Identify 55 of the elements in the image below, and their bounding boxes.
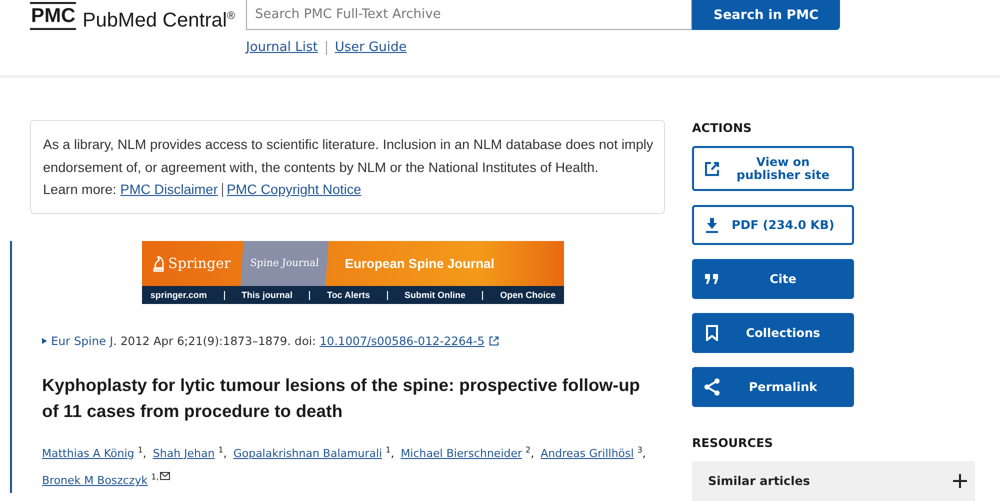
author-link[interactable]: Bronek M Boszczyk [42,474,148,488]
author-link[interactable]: Gopalakrishnan Balamurali [233,446,382,460]
affiliation-mark: 1 [138,445,143,454]
mail-icon[interactable] [160,472,170,480]
author-link[interactable]: Andreas Grillhösl [540,446,634,460]
author-link[interactable]: Shah Jehan [152,446,215,460]
article-title: Kyphoplasty for lytic tumour lesions of the spine: prospective follow-up of 11 cases from procedure to death [42,374,641,423]
banner-link[interactable]: springer.com [150,290,207,300]
bookmark-icon [706,325,718,341]
affiliation-mark: 1, [151,472,159,482]
section-heading: RESOURCES [692,435,774,451]
pmc-logo[interactable]: PMC PubMed Central$^{®}$ [30,2,240,32]
external-link-icon [704,160,720,176]
disclaimer-link[interactable]: PMC Copyright Notice [226,179,362,201]
disclaimer-link[interactable]: PMC Disclaimer [120,179,218,201]
affiliation-mark: 1 [386,445,391,454]
citation-text: Eur Spine J. 2012 Apr 6;21(9):1873–1879. doi: 10.1007/s00586-012-2264-5 [51,334,485,348]
expand-icon[interactable] [42,338,47,344]
author-link[interactable]: Matthias A König [42,446,134,460]
share-icon [704,378,720,396]
action-button[interactable]: Collections [692,313,854,353]
author-link[interactable]: Michael Bierschneider [400,446,522,460]
section-heading: ACTIONS [692,120,753,136]
external-link-icon [488,336,499,346]
banner-link[interactable]: Toc Alerts [326,290,370,300]
banner-link[interactable]: Submit Online [404,290,466,300]
plus-icon [953,474,967,488]
affiliation-mark: 3 [637,445,642,454]
download-icon [705,217,719,233]
quote-icon [705,274,719,284]
comma: , [642,446,646,460]
search-button[interactable]: Search in PMC [692,0,840,30]
comma: , [390,446,394,460]
publisher-name: Springer [142,256,242,272]
search-field[interactable]: Search PMC Full-Text Archive [246,0,692,30]
banner-link[interactable]: This journal [241,290,292,300]
doi-link[interactable]: 10.1007/s00586-012-2264-5 [320,334,485,348]
comma: , [530,446,534,460]
journal-cover: Spine Journal [240,241,328,286]
accordion-header[interactable]: Similar articles [692,461,975,501]
knight-icon [152,256,165,272]
journal-name: European Spine Journal [344,256,494,271]
learn-more-label: Learn more: [43,181,116,199]
action-button[interactable]: Cite [692,259,854,299]
comma: , [223,446,227,460]
affiliation-mark: 1 [218,445,224,454]
affiliation-mark: 2 [526,445,531,454]
action-button[interactable]: View on publisher site [692,146,854,191]
action-button[interactable]: PDF (234.0 KB) [692,205,854,245]
header-link[interactable]: Journal List [246,40,318,55]
disclaimer-text: As a library, NLM provides access to scientific literature. Inclusion in an NLM database does not imply endorsement of, or agreement with, the contents by NLM or the National Institutes of Health. [43,136,654,177]
comma: , [142,446,146,460]
banner-link[interactable]: Open Choice [500,290,556,300]
action-button[interactable]: Permalink [692,367,854,407]
header-link[interactable]: User Guide [334,40,407,55]
